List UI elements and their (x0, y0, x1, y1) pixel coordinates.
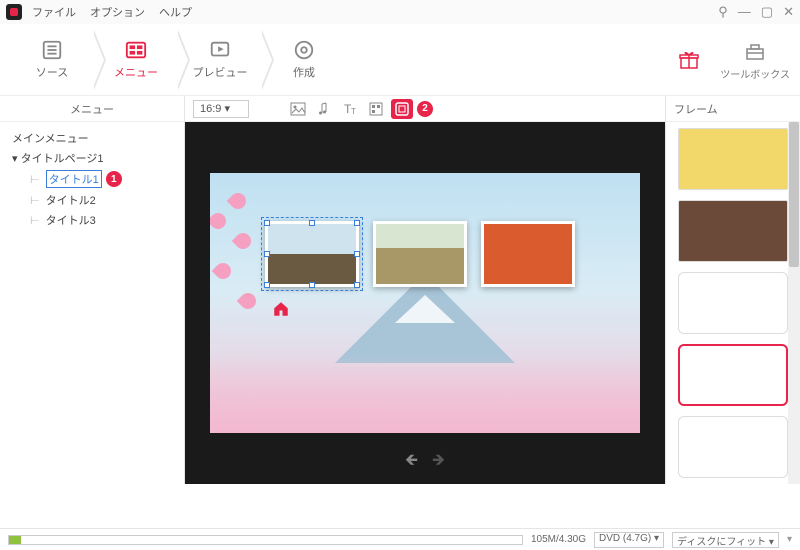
frame-option-5[interactable] (678, 416, 788, 478)
music-tool-icon[interactable] (313, 99, 335, 119)
step-create-label: 作成 (293, 64, 315, 80)
home-icon[interactable] (272, 300, 290, 323)
text-tool-icon[interactable]: TT (339, 99, 361, 119)
thumbnail-3[interactable] (481, 221, 575, 287)
menu-canvas[interactable] (210, 173, 640, 433)
toolbox-label: ツールボックス (720, 66, 790, 81)
tree-title-page[interactable]: ▾ タイトルページ1 (8, 148, 176, 168)
disk-usage-text: 105M/4.30G (531, 534, 586, 545)
toolbox-tool[interactable]: ツールボックス (720, 39, 790, 81)
step-menu-label: メニュー (114, 64, 158, 80)
tree-main-menu[interactable]: メインメニュー (8, 128, 176, 148)
frame-option-4[interactable] (678, 344, 788, 406)
disc-type-select[interactable]: DVD (4.7G) ▾ (594, 532, 664, 548)
step-menu[interactable]: メニュー (94, 30, 178, 90)
thumbnail-1[interactable] (265, 221, 359, 287)
step-preview[interactable]: プレビュー (178, 30, 262, 90)
preview-canvas-area: 🡸 🡺 (185, 122, 665, 484)
gift-tool[interactable] (676, 48, 702, 72)
frames-scrollbar[interactable] (788, 122, 800, 484)
annotation-badge-2: 2 (417, 101, 433, 117)
frame-option-2[interactable] (678, 200, 788, 262)
create-icon (291, 39, 317, 61)
step-create[interactable]: 作成 (262, 30, 346, 90)
gift-icon (676, 48, 702, 72)
source-icon (39, 39, 65, 61)
step-source[interactable]: ソース (10, 30, 94, 90)
frame-option-3[interactable] (678, 272, 788, 334)
image-tool-icon[interactable] (287, 99, 309, 119)
toolbox-icon (742, 39, 768, 63)
frame-option-1[interactable] (678, 128, 788, 190)
menu-help[interactable]: ヘルプ (159, 4, 192, 20)
tree-title-2[interactable]: ⊢タイトル2 (8, 190, 176, 210)
aspect-ratio-select[interactable]: 16:9 ▾ (193, 100, 249, 118)
maximize-icon[interactable]: ▢ (761, 4, 773, 20)
right-panel-title: フレーム (666, 96, 800, 122)
menu-icon (123, 39, 149, 61)
app-logo (6, 4, 22, 20)
thumbnail-2[interactable] (373, 221, 467, 287)
step-preview-label: プレビュー (193, 64, 248, 80)
preview-icon (207, 39, 233, 61)
menu-options[interactable]: オプション (90, 4, 145, 20)
chapter-tool-icon[interactable] (365, 99, 387, 119)
pin-icon[interactable]: ⚲ (718, 4, 728, 20)
nav-prev-icon[interactable]: 🡸 (405, 449, 418, 476)
tree-title-3[interactable]: ⊢タイトル3 (8, 210, 176, 230)
disk-usage-bar (8, 535, 523, 545)
settings-icon[interactable]: ▾ (787, 534, 792, 545)
svg-text:T: T (351, 107, 356, 116)
fit-mode-select[interactable]: ディスクにフィット ▾ (672, 532, 779, 548)
menu-file[interactable]: ファイル (32, 4, 76, 20)
close-icon[interactable]: ✕ (783, 4, 794, 20)
frame-tool-icon[interactable] (391, 99, 413, 119)
step-source-label: ソース (36, 64, 68, 80)
minimize-icon[interactable]: — (738, 4, 751, 20)
nav-next-icon[interactable]: 🡺 (432, 449, 445, 476)
left-panel-title: メニュー (0, 96, 184, 122)
tree-title-1[interactable]: ⊢タイトル1 1 (8, 168, 176, 190)
annotation-badge-1: 1 (106, 171, 122, 187)
